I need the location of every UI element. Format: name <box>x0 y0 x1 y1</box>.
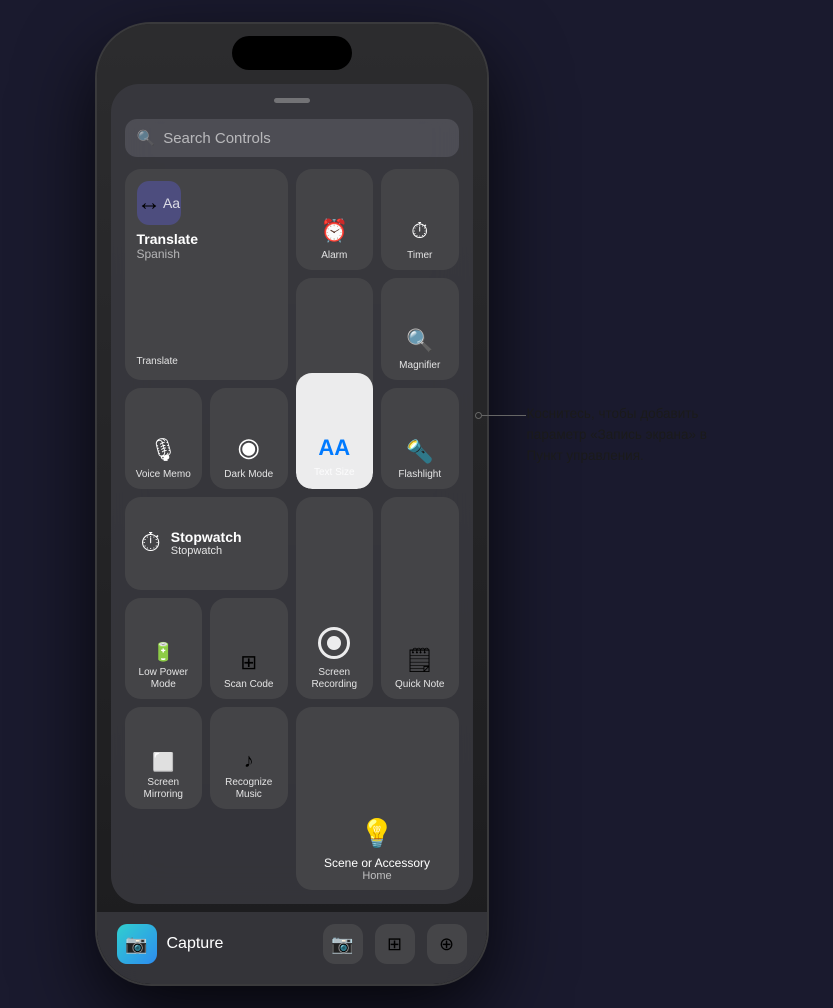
bottom-bar: 📷 Capture 📷 ⊞ ⊕ <box>97 912 487 984</box>
scene-label: Scene or Accessory <box>324 856 430 870</box>
magnifier-label: Magnifier <box>399 360 440 372</box>
capture-app-name: Capture <box>167 935 224 953</box>
alarm-button[interactable]: ⏰ Alarm <box>296 169 374 270</box>
stopwatch-icon: ⏱ <box>141 527 161 559</box>
annotation-text: Коснитесь, чтобы добавить параметр «Запи… <box>527 404 727 467</box>
scan-code-label: Scan Code <box>224 679 273 691</box>
bottom-scan-icon[interactable]: ⊞ <box>375 924 415 964</box>
quick-note-button[interactable]: 🗒 Quick Note <box>381 497 459 700</box>
translate-label: Translate <box>137 356 178 368</box>
search-icon: 🔍 <box>137 129 156 147</box>
flashlight-button[interactable]: 🔦 Flashlight <box>381 388 459 489</box>
callout-connector-area: Коснитесь, чтобы добавить параметр «Запи… <box>527 404 727 467</box>
translate-subtitle: Spanish <box>137 247 180 261</box>
drag-indicator <box>274 98 310 103</box>
phone-frame: 🔍 Search Controls ↔ Aa Translate Sp <box>97 24 487 984</box>
screen-mirror-label: Screen Mirroring <box>131 777 197 801</box>
voice-memo-icon: 🎙 <box>149 437 177 463</box>
screen-rec-dot <box>318 627 350 659</box>
stopwatch-title: Stopwatch <box>171 529 242 545</box>
capture-app-row: 📷 Capture <box>97 924 323 964</box>
scan-code-button[interactable]: ⊞ Scan Code <box>210 598 288 699</box>
scene-light-icon: 💡 <box>360 817 395 850</box>
callout-line <box>482 415 526 416</box>
alarm-label: Alarm <box>321 250 347 262</box>
text-size-aa-icon: AA <box>318 435 350 461</box>
voice-memo-button[interactable]: 🎙 Voice Memo <box>125 388 203 489</box>
dark-mode-icon: ◉ <box>237 432 260 463</box>
bottom-add-icon[interactable]: ⊕ <box>427 924 467 964</box>
bottom-quick-icons: 📷 ⊞ ⊕ <box>323 924 487 964</box>
timer-button[interactable]: ⏱ Timer <box>381 169 459 270</box>
recognize-music-icon: ♪ <box>244 750 254 773</box>
dark-mode-label: Dark Mode <box>224 469 273 481</box>
scene-accessory-button[interactable]: 💡 Scene or Accessory Home <box>296 707 459 890</box>
phone-screen: 🔍 Search Controls ↔ Aa Translate Sp <box>97 24 487 984</box>
capture-app-icon[interactable]: 📷 <box>117 924 157 964</box>
screen-recording-label: Screen Recording <box>302 667 368 691</box>
voice-memo-label: Voice Memo <box>136 469 191 481</box>
magnifier-button[interactable]: 🔍 Magnifier <box>381 278 459 379</box>
screen-rec-inner <box>327 636 341 650</box>
screen-mirror-icon: ⬜ <box>152 752 174 773</box>
translate-title: Translate <box>137 231 198 247</box>
alarm-icon: ⏰ <box>321 218 348 244</box>
search-bar[interactable]: 🔍 Search Controls <box>125 119 459 157</box>
stopwatch-button[interactable]: ⏱ Stopwatch Stopwatch <box>125 497 288 590</box>
dark-mode-button[interactable]: ◉ Dark Mode <box>210 388 288 489</box>
control-panel: 🔍 Search Controls ↔ Aa Translate Sp <box>111 84 473 904</box>
search-placeholder: Search Controls <box>163 130 271 147</box>
dynamic-island <box>232 36 352 70</box>
quick-note-label: Quick Note <box>395 679 444 691</box>
timer-label: Timer <box>407 250 432 262</box>
text-size-label: Text Size <box>314 467 355 479</box>
low-power-button[interactable]: 🔋 Low Power Mode <box>125 598 203 699</box>
annotation-callout: Коснитесь, чтобы добавить параметр «Запи… <box>527 404 727 467</box>
screen-recording-button[interactable]: Screen Recording <box>296 497 374 700</box>
flashlight-label: Flashlight <box>398 469 441 481</box>
scan-code-icon: ⊞ <box>240 650 257 675</box>
recognize-music-label: Recognize Music <box>216 777 282 801</box>
stopwatch-label-bottom: Stopwatch <box>171 545 222 557</box>
flashlight-icon: 🔦 <box>406 439 433 465</box>
low-power-icon: 🔋 <box>152 642 174 663</box>
callout-connector <box>475 412 526 419</box>
scene-sublabel: Home <box>362 870 391 882</box>
controls-grid: ↔ Aa Translate Spanish Translate ⏰ Alarm <box>125 169 459 890</box>
translate-icon: ↔ Aa <box>137 181 181 225</box>
screen-mirroring-button[interactable]: ⬜ Screen Mirroring <box>125 707 203 808</box>
magnifier-icon: 🔍 <box>406 328 433 354</box>
timer-icon: ⏱ <box>411 218 428 244</box>
recognize-music-button[interactable]: ♪ Recognize Music <box>210 707 288 808</box>
quick-note-icon: 🗒 <box>405 646 435 675</box>
stopwatch-info: Stopwatch Stopwatch <box>171 529 242 557</box>
callout-circle <box>475 412 482 419</box>
low-power-label: Low Power Mode <box>131 667 197 691</box>
translate-button[interactable]: ↔ Aa Translate Spanish Translate <box>125 169 288 380</box>
bottom-camera-icon[interactable]: 📷 <box>323 924 363 964</box>
text-size-button[interactable]: AA Text Size <box>296 278 374 489</box>
